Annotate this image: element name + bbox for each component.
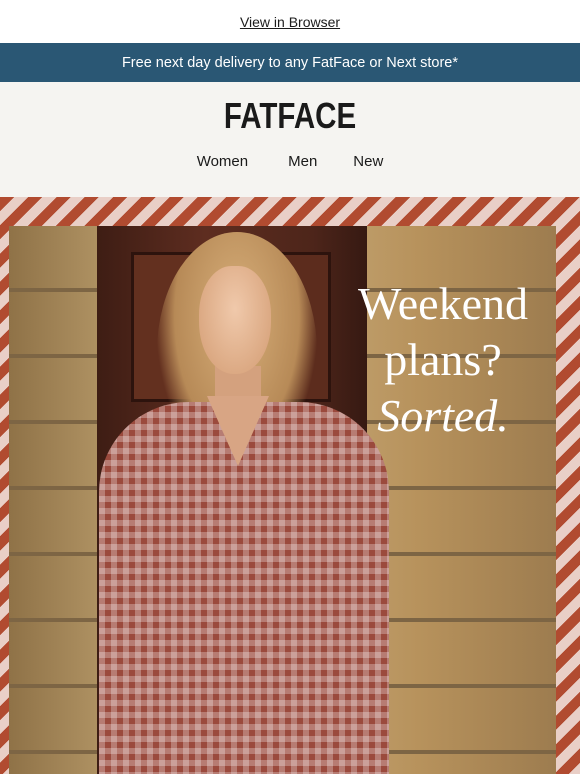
headline-line-3: Sorted. [377, 390, 509, 441]
view-in-browser-bar: View in Browser [0, 0, 580, 43]
promo-text: Free next day delivery to any FatFace or… [121, 54, 459, 71]
gingham-dress [99, 402, 389, 774]
headline-line-2: plans? [384, 334, 502, 385]
headline-line-1: Weekend [358, 278, 528, 329]
nav-item-women[interactable]: Women [197, 153, 248, 170]
nav-item-new[interactable]: New [353, 153, 383, 170]
hero-photo[interactable]: Weekend plans? Sorted. [9, 226, 556, 774]
promo-banner[interactable]: Free next day delivery to any FatFace or… [0, 43, 580, 82]
hero-headline: Weekend plans? Sorted. [343, 276, 543, 444]
brand-logo[interactable]: FATFACE [52, 95, 528, 137]
hero-banner[interactable]: Weekend plans? Sorted. [0, 197, 580, 774]
main-nav: Women Men New [0, 153, 580, 170]
nav-item-men[interactable]: Men [288, 153, 317, 170]
model-face [199, 266, 271, 374]
view-in-browser-link[interactable]: View in Browser [240, 14, 340, 30]
header: FATFACE Women Men New [0, 82, 580, 197]
